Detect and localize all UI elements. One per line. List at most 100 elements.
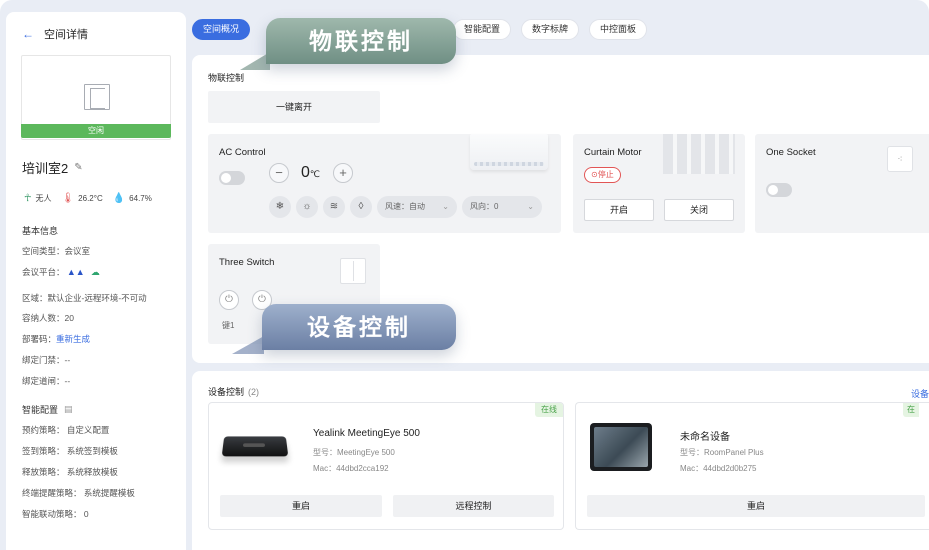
space-detail-sidebar: ← 空间详情 空闲 培训室2 ✎ ☥ 无人 🌡 26.2°C 💧 64.7% 基… <box>6 12 186 550</box>
release-policy: 释放策略： 系统释放模板 <box>22 467 118 477</box>
humidity-item: 💧 64.7% <box>113 193 152 204</box>
room-panel-device-image <box>590 423 652 471</box>
wind-direction-value: 风向：0 <box>470 202 499 211</box>
device-card-meetingeye: 在线 Yealink MeetingEye 500 型号：MeetingEye … <box>208 402 564 530</box>
remote-control-button[interactable]: 远程控制 <box>393 495 554 517</box>
fan-speed-select[interactable]: 风速：自动 ⌄ <box>377 196 457 218</box>
curtain-close-button[interactable]: 关闭 <box>664 199 734 221</box>
humidity-value: 64.7% <box>129 194 152 203</box>
document-icon[interactable]: ▤ <box>64 404 73 415</box>
device-more-link[interactable]: 设备 <box>911 387 929 400</box>
thermometer-icon: 🌡 <box>61 193 75 204</box>
platform-a-icon: ▲▲ <box>66 267 85 278</box>
restart-button[interactable]: 重启 <box>220 495 382 517</box>
bind-channel: 绑定道闸：-- <box>22 376 71 386</box>
snowflake-icon[interactable]: ❄ <box>269 196 291 218</box>
back-arrow-icon: ← <box>22 27 34 41</box>
iot-control-banner: 物联控制 <box>266 18 456 64</box>
app-frame: ← 空间详情 空闲 培训室2 ✎ ☥ 无人 🌡 26.2°C 💧 64.7% 基… <box>0 0 929 550</box>
temperature-display: 0℃ <box>301 164 320 182</box>
online-badge: 在线 <box>535 403 563 417</box>
banner-tail-decoration <box>232 336 264 354</box>
restart-button[interactable]: 重启 <box>587 495 925 517</box>
sun-icon[interactable]: ☼ <box>296 196 318 218</box>
door-access: 绑定门禁：-- <box>22 355 71 365</box>
device-control-panel: 设备控制 (2) 设备 在线 Yealink MeetingEye 500 型号：… <box>192 371 929 550</box>
temperature-unit: ℃ <box>309 169 321 179</box>
device-title-text: 设备控制 <box>208 387 245 397</box>
person-icon: ☥ <box>24 193 32 204</box>
air-conditioner-image <box>470 134 548 170</box>
capacity: 容纳人数：20 <box>22 313 74 323</box>
device-name: 未命名设备 <box>680 432 730 443</box>
temperature-value: 26.2°C <box>78 194 103 203</box>
device-name: Yealink MeetingEye 500 <box>313 428 420 439</box>
device-mac: Mac：44dbd2cca192 <box>313 464 389 473</box>
occupancy-value: 无人 <box>35 194 52 203</box>
tab-digital-signage[interactable]: 数字标牌 <box>521 19 580 40</box>
tab-smart-config[interactable]: 智能配置 <box>453 19 512 40</box>
curtain-image <box>663 134 735 174</box>
device-control-banner: 设备控制 <box>262 304 456 350</box>
wall-switch-image <box>340 258 366 284</box>
device-model: 型号：RoomPanel Plus <box>680 448 764 457</box>
device-mac: Mac：44dbd2d0b275 <box>680 464 757 473</box>
environment-row: ☥ 无人 🌡 26.2°C 💧 64.7% <box>24 193 152 204</box>
curtain-open-button[interactable]: 开启 <box>584 199 654 221</box>
space-type: 空间类型：会议室 <box>22 246 91 256</box>
basic-info-title: 基本信息 <box>22 226 59 236</box>
tab-control-panel[interactable]: 中控面板 <box>589 19 648 40</box>
regenerate-link[interactable]: 重新生成 <box>56 334 90 344</box>
temp-increase-button[interactable]: + <box>333 163 353 183</box>
chevron-down-icon: ⌄ <box>527 202 534 211</box>
checkin-policy: 签到策略： 系统签到模板 <box>22 446 118 456</box>
deploy-code: 部署码：重新生成 <box>22 333 90 345</box>
socket-power-toggle[interactable] <box>766 183 792 197</box>
droplet-icon[interactable]: ◊ <box>350 196 372 218</box>
room-name-text: 培训室2 <box>22 161 69 176</box>
socket-icon: ⁖ <box>887 146 913 172</box>
platform-label: 会议平台： <box>22 267 65 277</box>
stop-icon: ⊙ <box>591 170 598 179</box>
main-content: 空间概况 智能配置 数字标牌 中控面板 物联控制 一键离开 AC Control… <box>192 12 929 550</box>
back-label: 空间详情 <box>44 29 88 41</box>
socket-card-title: One Socket <box>766 147 816 158</box>
temp-decrease-button[interactable]: − <box>269 163 289 183</box>
switch-card-title: Three Switch <box>219 257 275 268</box>
ac-power-toggle[interactable] <box>219 171 245 185</box>
temperature-value: 0 <box>301 164 310 181</box>
camera-device-image <box>221 436 289 457</box>
reminder-policy: 终端提醒策略： 系统提醒模板 <box>22 488 135 498</box>
iot-section-title: 物联控制 <box>208 73 245 83</box>
device-section-title: 设备控制 (2) <box>208 385 259 398</box>
linkage-policy: 智能联动策略： 0 <box>22 509 89 519</box>
booking-policy: 预约策略： 自定义配置 <box>22 425 110 435</box>
back-button[interactable]: ← 空间详情 <box>22 26 88 42</box>
area: 区域：默认企业-远程环境-不可动 <box>22 293 147 303</box>
one-socket-card: One Socket ⁖ <box>755 134 929 233</box>
wind-direction-select[interactable]: 风向：0 ⌄ <box>462 196 542 218</box>
device-count: (2) <box>248 387 260 397</box>
smart-config-label: 智能配置 <box>22 405 59 415</box>
one-key-leave-button[interactable]: 一键离开 <box>208 91 380 123</box>
edit-icon[interactable]: ✎ <box>74 162 82 173</box>
curtain-motor-card: Curtain Motor ⊙停止 开启 关闭 <box>573 134 745 233</box>
wind-icon[interactable]: ≋ <box>323 196 345 218</box>
device-card-roompanel: 在 未命名设备 型号：RoomPanel Plus Mac：44dbd2d0b2… <box>575 402 929 530</box>
curtain-stop-badge[interactable]: ⊙停止 <box>584 167 621 183</box>
temperature-item: 🌡 26.2°C <box>61 193 102 204</box>
deploy-label: 部署码： <box>22 334 57 344</box>
door-icon <box>84 84 110 110</box>
device-model: 型号：MeetingEye 500 <box>313 448 395 457</box>
fan-speed-value: 风速：自动 <box>385 202 425 211</box>
occupancy-item: ☥ 无人 <box>24 193 51 204</box>
droplet-icon: 💧 <box>112 193 126 204</box>
meeting-platform: 会议平台： ▲▲ ☁ <box>22 266 100 278</box>
online-badge: 在 <box>903 403 919 417</box>
key1-power-button[interactable]: ⏻ <box>219 290 239 310</box>
key1-label: 键1 <box>222 321 235 330</box>
smart-config-title: 智能配置 ▤ <box>22 403 73 416</box>
ac-control-card: AC Control − 0℃ + ❄ ☼ ≋ ◊ 风速：自动 ⌄ 风向：0 ⌄ <box>208 134 561 233</box>
tab-space-overview[interactable]: 空间概况 <box>192 19 251 40</box>
chevron-down-icon: ⌄ <box>442 202 449 211</box>
